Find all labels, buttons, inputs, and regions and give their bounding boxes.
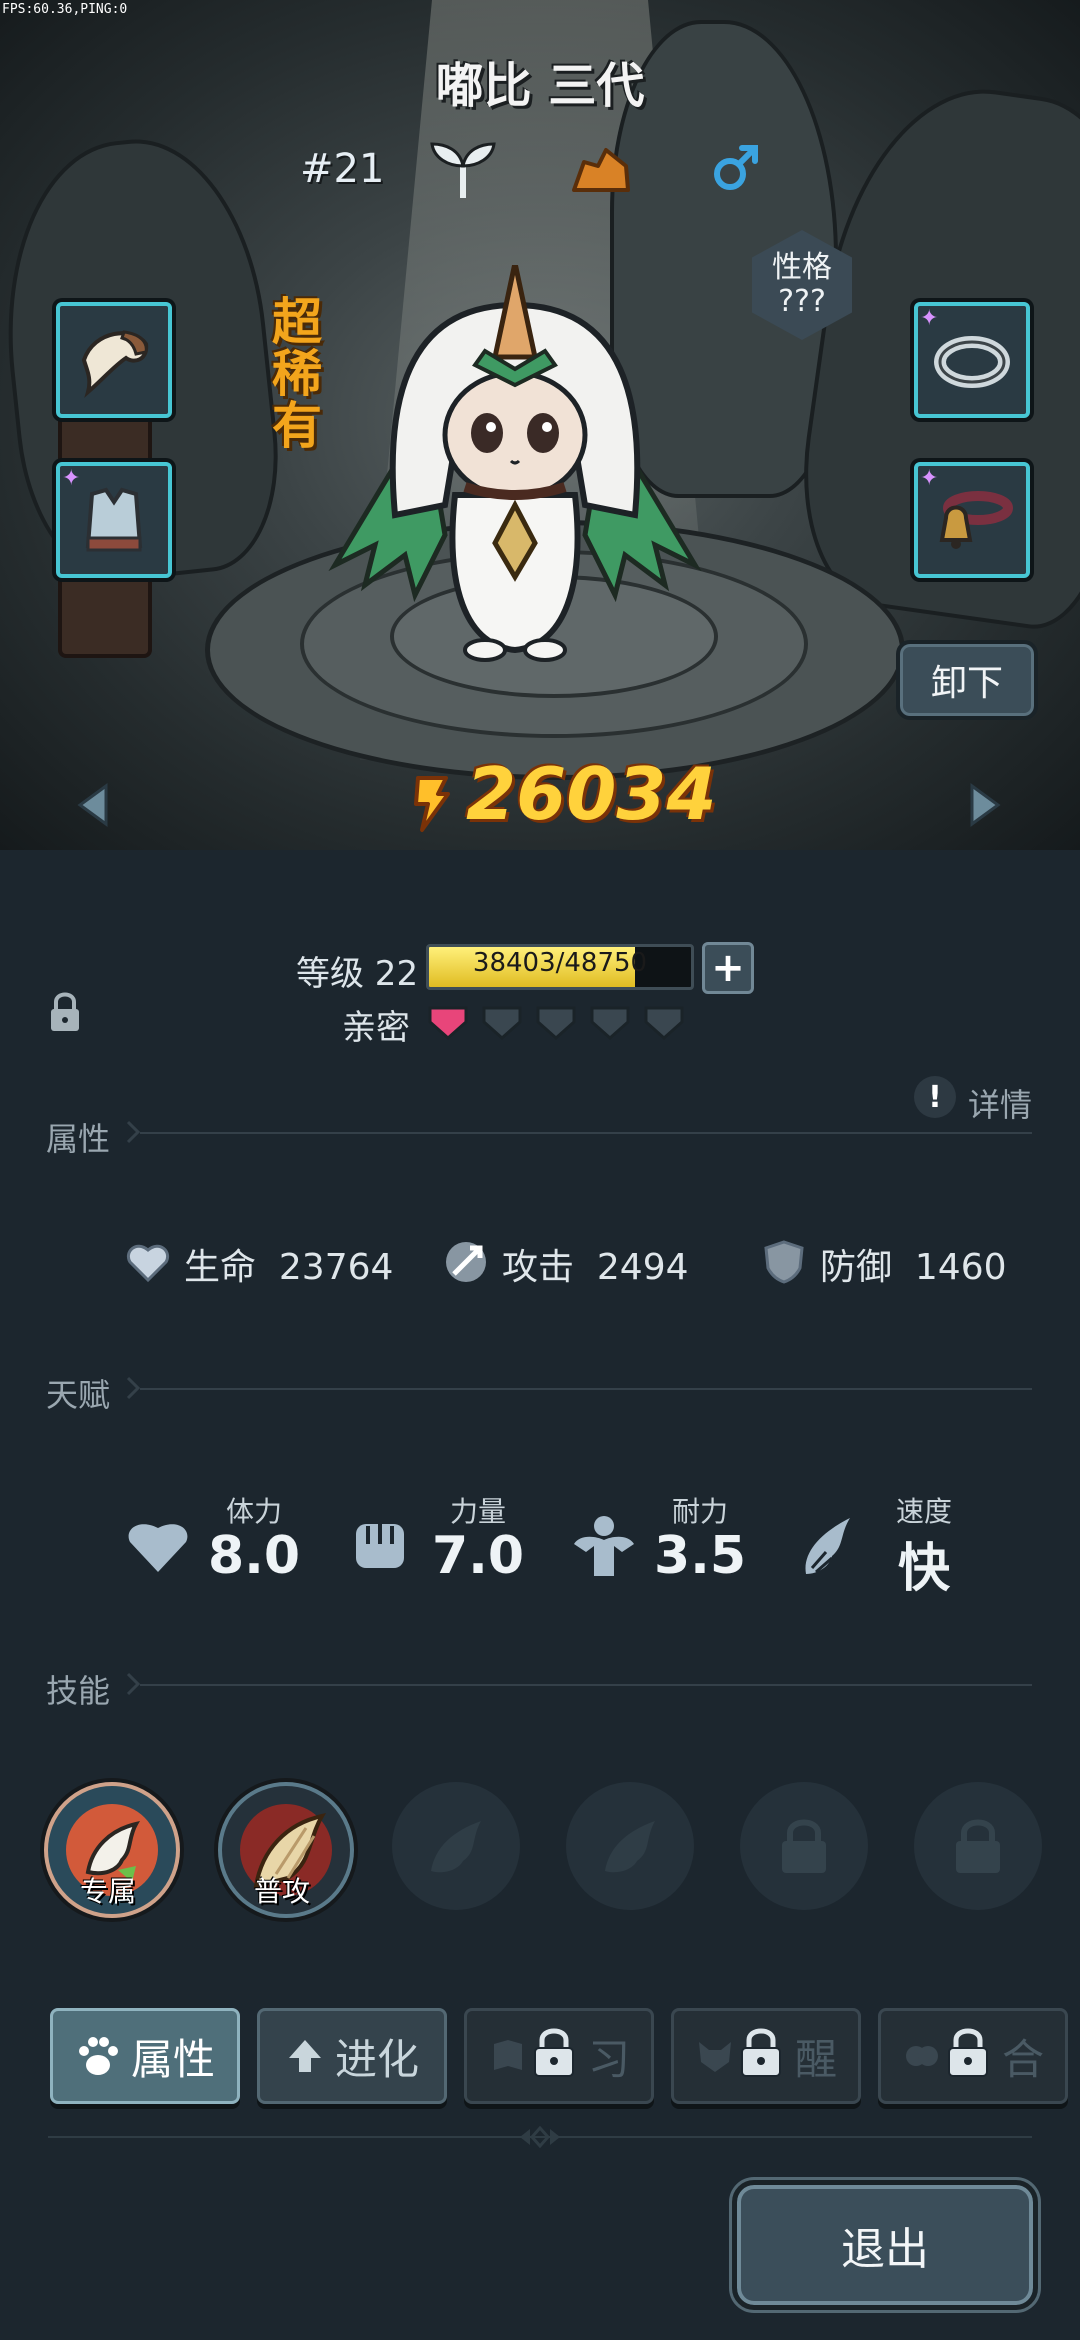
skill-slot-locked[interactable] [914, 1782, 1042, 1910]
stat-health: 生命 23764 [184, 1238, 393, 1290]
talent-value: 快 [897, 1539, 950, 1599]
empty-skill-icon [431, 1821, 481, 1873]
fps-readout: FPS:60.36,PING:0 [2, 2, 128, 17]
section-title-skills: 技能 [46, 1672, 111, 1710]
talent-value: 3.5 [653, 1526, 747, 1586]
equip-slot-tooth[interactable] [56, 302, 172, 418]
evolve-arrow-icon [288, 2040, 321, 2072]
lock-icon [782, 1819, 826, 1873]
lock-icon [741, 2028, 781, 2077]
personality-label: 性格 [772, 250, 832, 285]
book-icon [493, 2040, 522, 2070]
divider-ornament-icon [520, 2126, 560, 2148]
stat-label: 生命 [184, 1247, 257, 1288]
stat-value: 2494 [596, 1247, 689, 1288]
skill-label: 专属 [79, 1875, 136, 1908]
talent-label: 体力 [225, 1495, 282, 1528]
stat-value: 23764 [278, 1247, 394, 1288]
vest-icon [85, 487, 143, 552]
sparkle-icon: ✦ [920, 466, 939, 491]
talent-label: 力量 [449, 1495, 506, 1528]
tooth-icon [81, 330, 149, 398]
defense-icon [764, 1240, 804, 1284]
health-icon [127, 1244, 169, 1283]
attack-icon [446, 1242, 486, 1282]
exit-button[interactable]: 退出 [732, 2180, 1038, 2310]
lock-icon [948, 2028, 988, 2077]
unequip-button[interactable]: 卸下 [896, 640, 1038, 720]
chevron-right-icon [126, 1376, 140, 1400]
skill-label: 普攻 [253, 1875, 310, 1908]
personality-value: ??? [778, 284, 826, 319]
stat-label: 防御 [820, 1247, 893, 1288]
info-icon[interactable]: ! [914, 1076, 956, 1118]
combat-power-value: 26034 [466, 752, 717, 836]
fusion-icon [905, 2046, 938, 2066]
talent-value: 7.0 [431, 1526, 525, 1586]
sparkle-icon: ✦ [920, 306, 939, 331]
equip-slot-bell-collar[interactable]: ✦ [914, 462, 1030, 578]
leaf-icon[interactable] [428, 140, 498, 200]
pet-number: #21 [300, 146, 385, 192]
stamina-icon [128, 1524, 188, 1572]
stat-attack: 攻击 2494 [502, 1238, 689, 1290]
section-divider [140, 1132, 1032, 1134]
power-icon [414, 776, 450, 832]
stat-defense: 防御 1460 [820, 1238, 1007, 1290]
empty-skill-icon [605, 1821, 655, 1873]
endurance-icon [574, 1516, 634, 1576]
equip-slot-vest[interactable]: ✦ [56, 462, 172, 578]
level-label: 等级 22 [296, 954, 419, 994]
skill-slot-empty[interactable] [392, 1782, 520, 1910]
stat-value: 1460 [914, 1247, 1007, 1288]
lock-icon [956, 1819, 1000, 1873]
tab-label: 习 [587, 2034, 630, 2084]
sparkle-icon: ✦ [62, 466, 81, 491]
equip-slot-ring[interactable]: ✦ [914, 302, 1030, 418]
skill-slot-empty[interactable] [566, 1782, 694, 1910]
speed-wing-icon [805, 1518, 850, 1574]
section-title-talent: 天赋 [46, 1376, 111, 1414]
skill-slot-locked[interactable] [740, 1782, 868, 1910]
heart-empty-icon [536, 1006, 576, 1040]
chevron-right-icon [126, 1120, 140, 1144]
tab-label: 进化 [334, 2034, 419, 2084]
heart-empty-icon [590, 1006, 630, 1040]
add-xp-button[interactable]: + [702, 942, 754, 994]
tab-label: 醒 [794, 2034, 837, 2084]
talent-label: 耐力 [671, 1495, 728, 1528]
next-pet-arrow-icon[interactable] [968, 782, 1002, 828]
lock-icon [534, 2028, 574, 2077]
heart-filled-icon [428, 1006, 468, 1040]
tab-evolution[interactable]: 进化 [257, 2008, 447, 2104]
section-title-attributes: 属性 [46, 1120, 111, 1158]
pet-name: 嘟比 三代 [435, 58, 645, 114]
intimacy-label: 亲密 [342, 1008, 410, 1048]
tab-attributes[interactable]: 属性 [50, 2008, 240, 2104]
strength-fist-icon [356, 1524, 404, 1568]
previous-pet-arrow-icon[interactable] [76, 782, 110, 828]
tab-label: 属性 [130, 2034, 215, 2084]
paw-icon [78, 2037, 118, 2075]
beast-head-icon [698, 2042, 731, 2072]
chevron-right-icon [126, 1672, 140, 1696]
xp-text: 38403/48750 [472, 948, 648, 978]
ring-icon [934, 336, 1010, 388]
male-icon [714, 145, 758, 190]
detail-link[interactable]: 详情 [968, 1080, 1032, 1126]
heart-empty-icon [644, 1006, 684, 1040]
earth-icon[interactable] [570, 146, 632, 194]
bell-collar-icon [939, 491, 1013, 549]
heart-empty-icon [482, 1006, 522, 1040]
section-divider [140, 1388, 1032, 1390]
section-divider [140, 1684, 1032, 1686]
talent-value: 8.0 [207, 1526, 301, 1586]
tab-label: 合 [1001, 2034, 1044, 2084]
lock-icon[interactable] [48, 990, 82, 1034]
stat-label: 攻击 [502, 1247, 575, 1288]
talent-label: 速度 [895, 1495, 952, 1528]
pet-character[interactable] [315, 265, 715, 665]
